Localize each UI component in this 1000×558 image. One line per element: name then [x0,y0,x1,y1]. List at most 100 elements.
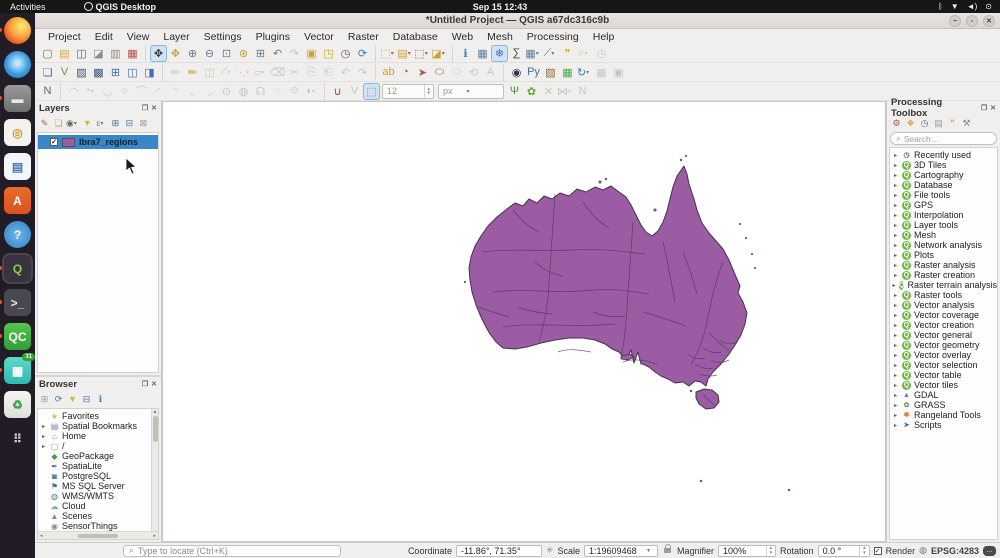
intersection-tool[interactable]: ⋈▾ [557,83,574,100]
expand-chevron-icon[interactable]: ▸ [892,332,899,339]
collapse-all[interactable]: ⊟ [123,117,136,130]
digitize-line[interactable]: ⟋▾ [218,64,235,81]
trash[interactable]: ♻ [4,391,31,418]
processing-tree-item[interactable]: ▸ Q Network analysis [892,240,997,250]
expand-chevron-icon[interactable]: ▸ [892,392,899,399]
firefox[interactable] [4,17,31,44]
map-tips[interactable]: ❞ [559,45,576,62]
results-viewer[interactable]: ▤ [932,117,945,130]
map-canvas[interactable] [162,101,886,542]
edit-script[interactable]: ▨ [542,64,559,81]
expand-chevron-icon[interactable]: ▸ [40,433,47,440]
zoom-to-layer[interactable]: ⊞ [252,45,269,62]
processing-in-place[interactable]: ▦ [559,64,576,81]
avoid-overlap[interactable]: ✿ [523,83,540,100]
files[interactable]: ▬ [4,85,31,112]
coordinate-input[interactable]: -11.86°, 71.35° [456,545,542,557]
maximize-button[interactable]: ▫ [966,15,978,27]
remove-layer[interactable]: ⊠ [137,117,150,130]
crs-status-button[interactable]: EPSG:4283 [931,546,979,556]
layer-visibility-checkbox[interactable]: ✓ [50,138,58,146]
minimize-button[interactable]: − [949,15,961,27]
statistical-summary[interactable]: ∑ [508,45,525,62]
processing-tree-item[interactable]: ▸ Q Vector selection [892,360,997,370]
snapping-extent[interactable]: ⬚ [363,83,380,100]
add-delimited-text-layer[interactable]: ⊞ [107,64,124,81]
add-mesh-layer[interactable]: ▩ [90,64,107,81]
processing-search-input[interactable]: ⌕ Search… [890,132,997,145]
plugin-tool-2[interactable]: ▣ [610,64,627,81]
manage-map-themes[interactable]: ◉▾ [66,117,80,130]
expand-chevron-icon[interactable]: ▸ [892,322,899,329]
arc-tool-2[interactable]: ◝ [167,83,184,100]
browser-tree-item[interactable]: ▸ ⌂ Home [40,431,158,441]
refresh-map[interactable]: ⟳ [354,45,371,62]
regular-polygon-tool[interactable]: ⊙ [218,83,235,100]
expand-chevron-icon[interactable]: ▸ [892,232,899,239]
rotate-label[interactable]: ⟲ [465,64,482,81]
browser-tree-item[interactable]: ☁ Cloud [40,501,158,511]
window-titlebar[interactable]: *Untitled Project — QGIS a67dc316c9b −▫✕ [35,13,1000,29]
pin-labels[interactable]: ➤ [414,64,431,81]
expand-chevron-icon[interactable]: ▸ [892,192,899,199]
change-label[interactable]: A [482,64,499,81]
browser-horizontal-scrollbar[interactable]: ◂▸ [38,531,158,539]
thunderbird[interactable] [4,51,31,78]
invert-selection[interactable]: ◪▾ [431,45,448,62]
help[interactable]: ? [4,221,31,248]
processing-tree-item[interactable]: ▸ ✿ GRASS [892,400,997,410]
filter-legend[interactable]: ▼ [81,117,94,130]
processing-tree-item[interactable]: ▸ Q Vector tiles [892,380,997,390]
filter-browser[interactable]: ▼ [66,393,79,406]
expand-chevron-icon[interactable]: ▸ [892,172,899,179]
circle-3points[interactable]: ◡ [99,83,116,100]
processing-tree-item[interactable]: ▸ Q Layer tools [892,220,997,230]
highlight-pinned-labels[interactable]: ⬭ [431,64,448,81]
magnifier-spinbox[interactable]: 100%▲▼ [718,545,776,557]
open-attribute-table[interactable]: ▦ [474,45,491,62]
menu-item[interactable]: Help [586,30,622,44]
open-layer-styling[interactable]: ✎ [38,117,51,130]
float-panel-icon[interactable]: ❐ [981,104,987,112]
open-project[interactable]: ▤ [56,45,73,62]
bluetooth-icon[interactable]: ᛒ [938,2,943,11]
volume-icon[interactable]: ◄) [967,2,978,11]
arc-tool-4[interactable]: ◞ [201,83,218,100]
modify-attributes[interactable]: ▱▾ [252,64,269,81]
menu-item[interactable]: Mesh [480,30,520,44]
processing-tree-item[interactable]: ▸ ✱ Rangeland Tools [892,410,997,420]
expand-chevron-icon[interactable]: ▸ [892,152,899,159]
processing-tree-item[interactable]: ▸ Q Vector general [892,330,997,340]
expand-chevron-icon[interactable]: ▸ [892,302,899,309]
browser-tree-item[interactable]: ◉ SensorThings [40,521,158,531]
enable-properties-widget[interactable]: ℹ [94,393,107,406]
add-virtual-layer[interactable]: ◨ [141,64,158,81]
close-panel-icon[interactable]: ✕ [990,104,996,112]
add-group[interactable]: ❏ [52,117,65,130]
spinbox-arrows-icon[interactable]: ▲▼ [424,85,433,98]
processing-tree-item[interactable]: ▸ Q Vector creation [892,320,997,330]
identify-features[interactable]: ℹ [457,45,474,62]
snapping-tolerance-spinbox[interactable]: 12 ▲▼ [382,84,434,99]
new-print-layout[interactable]: ▥ [107,45,124,62]
app-grid[interactable]: ⠿ [4,425,31,452]
python-console[interactable]: Py [525,64,542,81]
processing-tree-item[interactable]: ▸ Q Vector table [892,370,997,380]
extent-icon[interactable]: ✳ [546,545,554,556]
new-project[interactable]: ▢ [39,45,56,62]
clock[interactable]: Sep 15 12:43 [473,2,528,12]
options[interactable]: ⚒ [960,117,973,130]
expand-chevron-icon[interactable]: ▸ [892,362,899,369]
menu-item[interactable]: Plugins [249,30,297,44]
save-layer-edits[interactable]: ◫ [201,64,218,81]
zoom-to-selection[interactable]: ⊛ [235,45,252,62]
expand-chevron-icon[interactable]: ▸ [40,423,47,430]
processing-tree-item[interactable]: ▸ Q GPS [892,200,997,210]
expand-chevron-icon[interactable]: ▸ [892,242,899,249]
layer-item-ibra7-regions[interactable]: ✓ Ibra7_regions [38,135,158,149]
rhythmbox[interactable]: ◎ [4,119,31,146]
offset-curve-tool[interactable]: ☊ [252,83,269,100]
menu-item[interactable]: Layer [156,30,196,44]
toggle-editing[interactable]: ✏ [184,64,201,81]
close-button[interactable]: ✕ [983,15,995,27]
